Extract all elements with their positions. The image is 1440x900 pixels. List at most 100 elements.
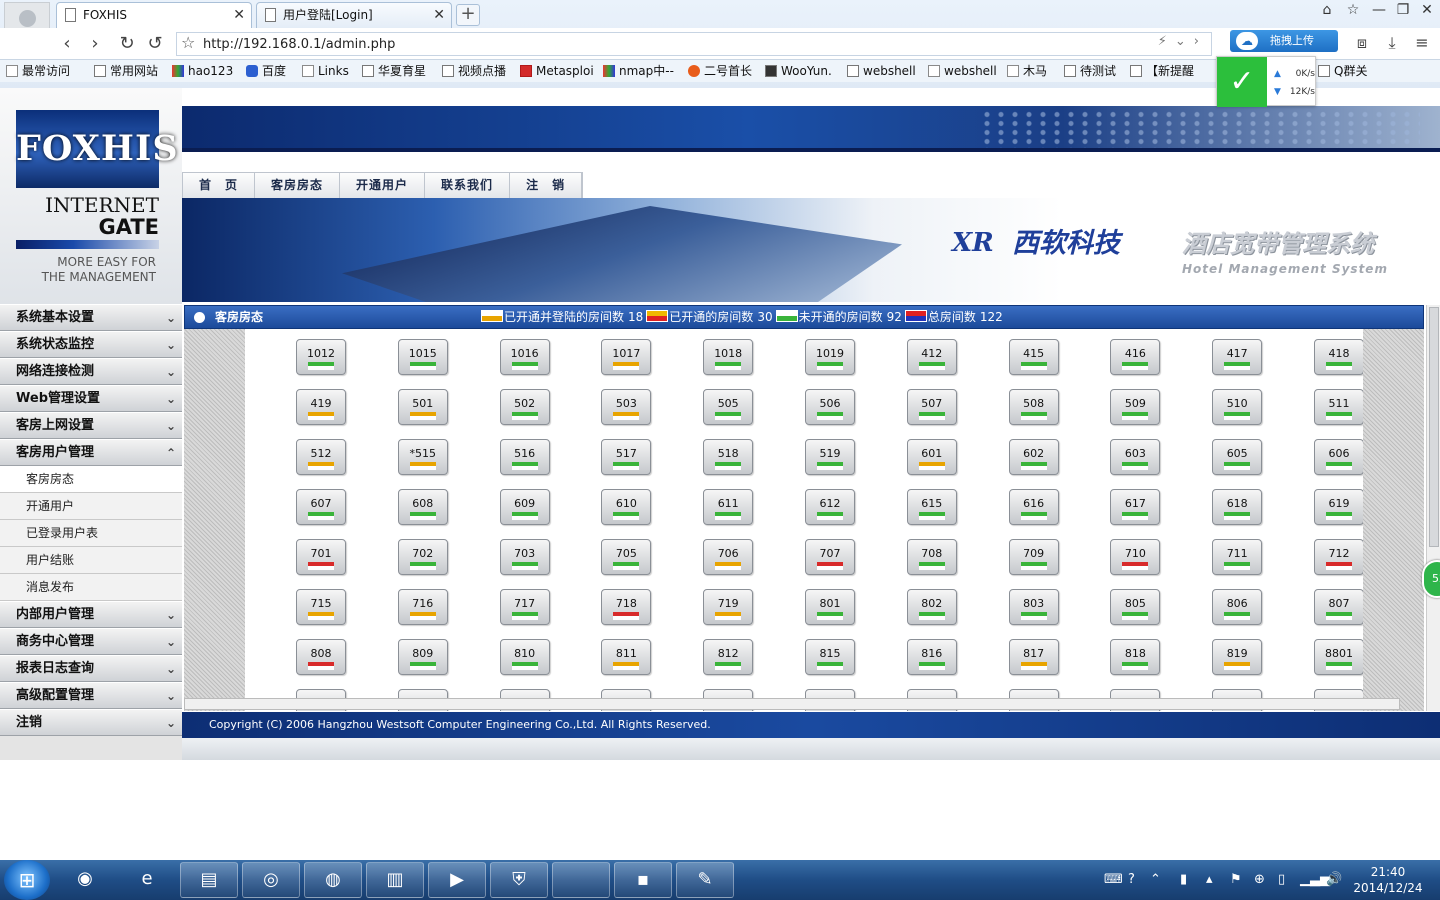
room-button[interactable]: 707: [805, 539, 855, 575]
skin-icon[interactable]: ☆: [1342, 2, 1364, 18]
room-button[interactable]: 706: [703, 539, 754, 575]
start-button[interactable]: ⊞: [4, 860, 50, 900]
lock-icon[interactable]: ⌂: [1316, 2, 1338, 18]
device-icon[interactable]: ▯: [1278, 872, 1285, 887]
battery-icon[interactable]: ▮: [1180, 872, 1187, 887]
room-button[interactable]: 503: [601, 389, 652, 425]
sidebar-group[interactable]: 客房上网设置 ⌄: [0, 412, 182, 439]
sidebar-group[interactable]: 系统状态监控 ⌄: [0, 331, 182, 358]
sidebar-subitem[interactable]: 开通用户: [0, 493, 182, 520]
room-button[interactable]: 815: [805, 639, 855, 675]
room-button[interactable]: 719: [703, 589, 754, 625]
bookmark-item[interactable]: webshell: [928, 63, 997, 79]
sidebar-group[interactable]: 客房用户管理 ⌃: [0, 439, 182, 466]
sidebar-group[interactable]: 内部用户管理 ⌄: [0, 601, 182, 628]
room-button[interactable]: 816: [906, 639, 957, 675]
bookmark-item[interactable]: 【新提醒: [1130, 63, 1194, 79]
explorer-icon[interactable]: ▤: [180, 862, 238, 898]
bookmark-item[interactable]: Q群关: [1318, 63, 1367, 79]
scroll-thumb[interactable]: [1429, 307, 1439, 547]
sidebar-subitem[interactable]: 已登录用户表: [0, 520, 182, 547]
bookmark-item[interactable]: hao123: [172, 63, 233, 79]
room-button[interactable]: 715: [296, 589, 346, 625]
bookmark-item[interactable]: 木马: [1007, 63, 1047, 79]
sidebar-subitem[interactable]: 客房房态: [0, 466, 182, 493]
screenshot-icon[interactable]: ⧈: [1352, 33, 1372, 53]
address-bar[interactable]: ☆ ⚡⌄›: [176, 32, 1212, 56]
flag-icon[interactable]: ⚑: [1230, 872, 1242, 887]
room-button[interactable]: 512: [296, 439, 346, 475]
system-clock[interactable]: 21:40 2014/12/24: [1344, 864, 1432, 896]
room-button[interactable]: 612: [805, 489, 855, 525]
room-button[interactable]: 603: [1110, 439, 1161, 475]
room-button[interactable]: 711: [1212, 539, 1263, 575]
qq-icon[interactable]: ◉: [56, 862, 114, 898]
room-button[interactable]: 602: [1008, 439, 1059, 475]
room-button[interactable]: 417: [1212, 339, 1263, 375]
room-button[interactable]: 807: [1314, 589, 1363, 625]
room-button[interactable]: 511: [1314, 389, 1363, 425]
nav-item[interactable]: 联系我们: [425, 173, 511, 198]
add-icon[interactable]: ⊕: [1254, 872, 1265, 887]
minimize-icon[interactable]: —: [1368, 2, 1390, 18]
refresh-icon[interactable]: ↻: [116, 33, 138, 55]
close-icon[interactable]: ✕: [433, 3, 445, 27]
back-icon[interactable]: ‹: [56, 33, 78, 55]
room-button[interactable]: 817: [1008, 639, 1059, 675]
nav-item[interactable]: 开通用户: [340, 173, 426, 198]
bookmark-item[interactable]: 华夏育星: [362, 63, 426, 79]
room-button[interactable]: 717: [499, 589, 550, 625]
room-button[interactable]: 415: [1008, 339, 1059, 375]
archive-icon[interactable]: ▥: [366, 862, 424, 898]
room-button[interactable]: 709: [1008, 539, 1059, 575]
room-button[interactable]: 610: [601, 489, 652, 525]
close-icon[interactable]: ✕: [233, 3, 245, 27]
new-tab-button[interactable]: +: [456, 4, 480, 26]
room-button[interactable]: 412: [906, 339, 957, 375]
sidebar-subitem[interactable]: 用户结账: [0, 547, 182, 574]
browser-task-icon[interactable]: ◎: [242, 862, 300, 898]
drag-upload-button[interactable]: ☁ 拖拽上传: [1230, 30, 1338, 52]
room-button[interactable]: 801: [805, 589, 855, 625]
side-float-badge[interactable]: 52: [1422, 560, 1440, 598]
url-input[interactable]: [203, 34, 1103, 54]
bookmark-item[interactable]: 最常访问: [6, 63, 70, 79]
security-shield-icon[interactable]: ⛨: [490, 862, 548, 898]
sidebar-group[interactable]: 注销 ⌄: [0, 709, 182, 736]
bookmark-item[interactable]: 待测试: [1064, 63, 1116, 79]
room-button[interactable]: 616: [1008, 489, 1059, 525]
media-player-icon[interactable]: ▶: [428, 862, 486, 898]
room-button[interactable]: 418: [1314, 339, 1363, 375]
room-button[interactable]: 802: [906, 589, 957, 625]
room-button[interactable]: 605: [1212, 439, 1263, 475]
horizontal-scrollbar[interactable]: [184, 698, 1400, 710]
room-button[interactable]: 506: [805, 389, 855, 425]
room-button[interactable]: 1017: [601, 339, 652, 375]
sidebar-group[interactable]: 高级配置管理 ⌄: [0, 682, 182, 709]
bookmark-item[interactable]: Metasploi: [520, 63, 594, 79]
room-button[interactable]: 619: [1314, 489, 1363, 525]
room-button[interactable]: 508: [1008, 389, 1059, 425]
terminal-icon[interactable]: ▪: [614, 862, 672, 898]
sidebar-group[interactable]: 报表日志查询 ⌄: [0, 655, 182, 682]
room-button[interactable]: 718: [601, 589, 652, 625]
room-button[interactable]: 810: [499, 639, 550, 675]
bookmark-item[interactable]: Links: [302, 63, 349, 79]
tab-foxhis[interactable]: FOXHIS ✕: [56, 2, 252, 28]
room-button[interactable]: 419: [296, 389, 346, 425]
vertical-scrollbar[interactable]: [1426, 305, 1440, 711]
room-button[interactable]: 618: [1212, 489, 1263, 525]
keyboard-icon[interactable]: ⌨: [1104, 872, 1123, 887]
room-button[interactable]: 518: [703, 439, 754, 475]
tab-login[interactable]: 用户登陆[Login] ✕: [256, 2, 452, 28]
room-button[interactable]: 1019: [805, 339, 855, 375]
room-button[interactable]: 607: [296, 489, 346, 525]
room-button[interactable]: 705: [601, 539, 652, 575]
room-button[interactable]: 1016: [499, 339, 550, 375]
room-button[interactable]: 708: [906, 539, 957, 575]
paint-icon[interactable]: ✎: [676, 862, 734, 898]
room-button[interactable]: 509: [1110, 389, 1161, 425]
room-button[interactable]: 812: [703, 639, 754, 675]
sidebar-group[interactable]: Web管理设置 ⌄: [0, 385, 182, 412]
room-button[interactable]: 502: [499, 389, 550, 425]
